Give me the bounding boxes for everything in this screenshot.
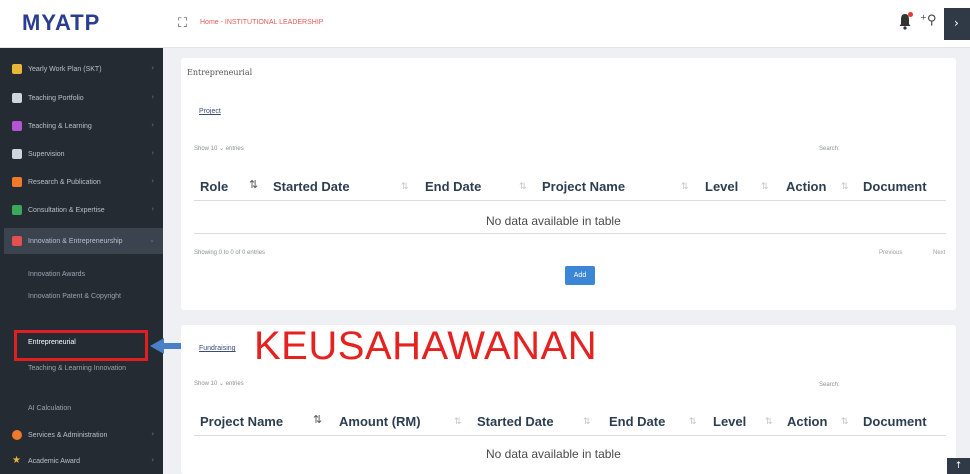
column-header-started-date[interactable]: Started Date — [477, 414, 554, 429]
folder-icon — [12, 64, 22, 74]
chevron-right-icon: › — [151, 205, 154, 213]
logo-text: MYATP — [22, 10, 101, 35]
sidebar-item-research[interactable]: Research & Publication › — [12, 173, 162, 191]
show-entries-select[interactable]: Show 10 ⌄ entries — [194, 145, 244, 152]
column-header-document[interactable]: Document — [863, 179, 927, 194]
column-header-level[interactable]: Level — [713, 414, 746, 429]
column-header-amount[interactable]: Amount (RM) — [339, 414, 421, 429]
scroll-to-top-icon[interactable]: ↑ — [947, 458, 970, 474]
pencil-icon — [12, 121, 22, 131]
star-icon: ★ — [12, 455, 21, 466]
sort-icon[interactable]: ⇅ — [689, 417, 697, 427]
sidebar-item-services[interactable]: Services & Administration › — [12, 426, 162, 444]
column-header-action[interactable]: Action — [787, 414, 827, 429]
notification-dot — [908, 12, 913, 17]
chevron-right-icon: › — [151, 64, 154, 72]
column-header-project-name[interactable]: Project Name — [542, 179, 625, 194]
add-button[interactable]: Add — [565, 266, 595, 285]
project-tab[interactable]: Project — [199, 108, 221, 115]
chevron-right-icon: › — [151, 177, 154, 185]
sidebar-subitem-patent[interactable]: Innovation Patent & Copyright — [28, 292, 148, 302]
sidebar-item-portfolio[interactable]: Teaching Portfolio › — [12, 89, 162, 107]
sidebar: Yearly Work Plan (SKT) › Teaching Portfo… — [0, 48, 163, 474]
sidebar-subitem-ai-calculation[interactable]: AI Calculation — [28, 404, 148, 414]
table-divider — [194, 233, 946, 234]
empty-table-message: No data available in table — [486, 447, 621, 461]
chevron-right-icon: › — [151, 456, 154, 464]
column-header-role[interactable]: Role — [200, 179, 228, 194]
gear-icon — [12, 430, 22, 440]
sidebar-item-supervision[interactable]: Supervision › — [12, 145, 162, 163]
flask-icon — [12, 236, 22, 246]
next-button[interactable]: Next — [933, 250, 945, 256]
sidebar-item-skt[interactable]: Yearly Work Plan (SKT) › — [12, 60, 162, 78]
column-header-action[interactable]: Action — [786, 179, 826, 194]
bell-icon[interactable] — [898, 12, 913, 30]
table-divider — [194, 435, 946, 436]
sort-icon[interactable]: ⇅ — [765, 417, 773, 427]
table-divider — [194, 200, 946, 201]
book-icon — [12, 93, 22, 103]
column-header-level[interactable]: Level — [705, 179, 738, 194]
grid-icon — [12, 205, 22, 215]
chevron-right-icon: › — [151, 121, 154, 129]
top-bar: MYATP ⛶ Home - INSTITUTIONAL LEADERSHIP … — [0, 0, 970, 48]
sort-icon[interactable]: ⇅ — [519, 182, 527, 192]
sidebar-item-award[interactable]: ★ Academic Award › — [12, 452, 162, 470]
sort-icon[interactable]: ⇅ — [841, 182, 849, 192]
sidebar-subitem-innovation-awards[interactable]: Innovation Awards — [28, 270, 148, 280]
list-icon — [12, 149, 22, 159]
chevron-right-icon: › — [151, 93, 154, 101]
chevron-icon[interactable]: › — [944, 8, 970, 40]
breadcrumb: Home - INSTITUTIONAL LEADERSHIP — [200, 19, 324, 26]
sort-icon[interactable]: ⇅ — [249, 178, 258, 191]
show-entries-select[interactable]: Show 10 ⌄ entries — [194, 380, 244, 387]
sidebar-subitem-tl-innovation[interactable]: Teaching & Learning Innovation — [28, 364, 148, 374]
sort-icon[interactable]: ⇅ — [583, 417, 591, 427]
sidebar-item-consultation[interactable]: Consultation & Expertise › — [12, 201, 162, 219]
sort-icon[interactable]: ⇅ — [761, 182, 769, 192]
sort-icon[interactable]: ⇅ — [401, 182, 409, 192]
card-title: Entrepreneurial — [187, 68, 253, 77]
chevron-right-icon: › — [151, 149, 154, 157]
add-user-icon[interactable]: ⁺⚲ — [920, 13, 936, 28]
column-header-started-date[interactable]: Started Date — [273, 179, 350, 194]
chevron-right-icon: › — [151, 430, 154, 438]
column-header-document[interactable]: Document — [863, 414, 927, 429]
empty-table-message: No data available in table — [486, 214, 621, 228]
app-logo[interactable]: MYATP — [22, 10, 100, 36]
fullscreen-icon[interactable]: ⛶ — [178, 16, 187, 31]
column-header-end-date[interactable]: End Date — [425, 179, 481, 194]
column-header-end-date[interactable]: End Date — [609, 414, 665, 429]
search-label: Search: — [819, 382, 840, 388]
search-label: Search: — [819, 146, 840, 152]
sidebar-item-innovation[interactable]: Innovation & Entrepreneurship ⌄ — [4, 228, 163, 254]
previous-button[interactable]: Previous — [879, 250, 902, 256]
sort-icon[interactable]: ⇅ — [454, 417, 462, 427]
document-icon — [12, 177, 22, 187]
sort-icon[interactable]: ⇅ — [313, 413, 322, 426]
column-header-project-name[interactable]: Project Name — [200, 414, 283, 429]
sidebar-item-teaching[interactable]: Teaching & Learning › — [12, 117, 162, 135]
fundraising-tab[interactable]: Fundraising — [199, 345, 236, 352]
chevron-down-icon: ⌄ — [149, 236, 155, 244]
highlight-box — [14, 330, 148, 361]
annotation-label: KEUSAHAWANAN — [254, 324, 598, 368]
sort-icon[interactable]: ⇅ — [681, 182, 689, 192]
sort-icon[interactable]: ⇅ — [841, 417, 849, 427]
table-info: Showing 0 to 0 of 0 entries — [194, 250, 266, 256]
